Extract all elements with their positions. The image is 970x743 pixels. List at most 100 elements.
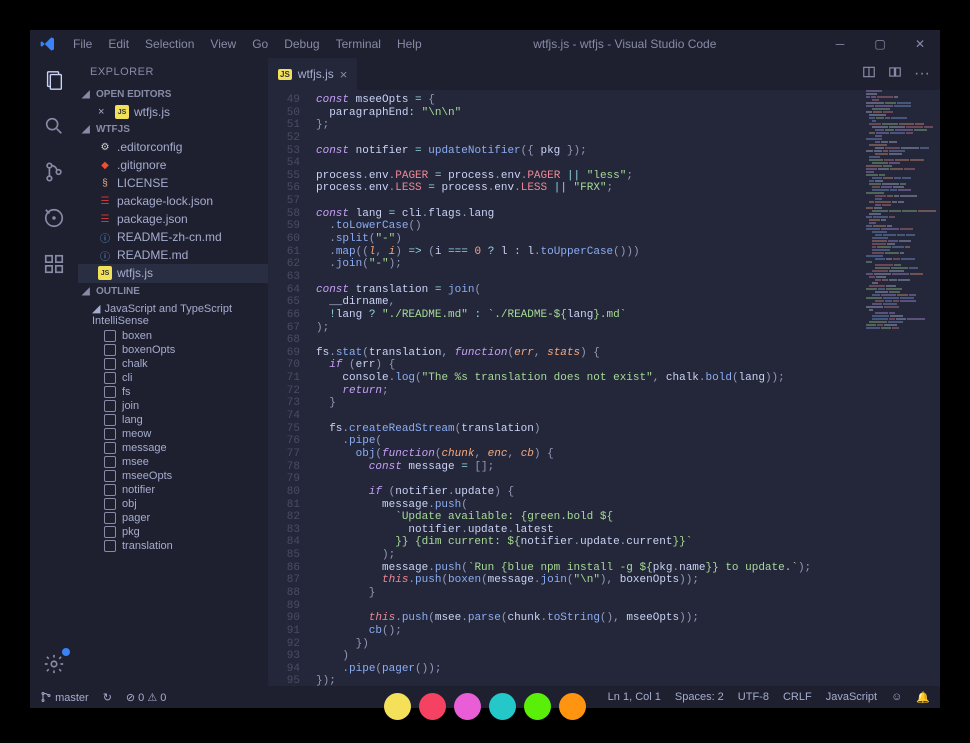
- file-item[interactable]: ◆.gitignore: [78, 156, 268, 174]
- file-item[interactable]: ⓘREADME-zh-cn.md: [78, 228, 268, 246]
- outline-symbol[interactable]: message: [78, 441, 268, 455]
- folder-header[interactable]: ◢WTFJS: [78, 121, 268, 138]
- open-editor-item[interactable]: ×JSwtfjs.js: [78, 103, 268, 121]
- symbol-icon: [104, 526, 116, 538]
- outline-symbol[interactable]: lang: [78, 413, 268, 427]
- sync-button[interactable]: ↻: [103, 691, 112, 704]
- symbol-icon: [104, 386, 116, 398]
- git-branch[interactable]: master: [40, 691, 89, 704]
- file-item[interactable]: JSwtfjs.js: [78, 264, 268, 282]
- file-item[interactable]: ☰package-lock.json: [78, 192, 268, 210]
- sidebar-title: Explorer: [78, 58, 268, 86]
- tab-wtfjs[interactable]: JS wtfjs.js ×: [268, 58, 357, 90]
- color-swatch[interactable]: [419, 693, 446, 720]
- vscode-window: FileEditSelectionViewGoDebugTerminalHelp…: [30, 30, 940, 708]
- outline-symbol[interactable]: chalk: [78, 357, 268, 371]
- symbol-icon: [104, 372, 116, 384]
- color-swatch[interactable]: [454, 693, 481, 720]
- cursor-position[interactable]: Ln 1, Col 1: [608, 691, 661, 703]
- symbol-icon: [104, 414, 116, 426]
- menu-help[interactable]: Help: [389, 37, 430, 51]
- search-icon[interactable]: [40, 112, 68, 140]
- line-gutter: 4950515253545556575859606162636465666768…: [268, 90, 310, 686]
- symbol-icon: [104, 330, 116, 342]
- outline-header[interactable]: ◢Outline: [78, 282, 268, 300]
- symbol-icon: [104, 470, 116, 482]
- outline-symbol[interactable]: cli: [78, 371, 268, 385]
- theme-color-dots: [384, 693, 586, 720]
- tab-close-icon[interactable]: ×: [340, 67, 348, 82]
- editor[interactable]: 4950515253545556575859606162636465666768…: [268, 90, 940, 686]
- outline-symbol[interactable]: mseeOpts: [78, 469, 268, 483]
- outline-symbol[interactable]: fs: [78, 385, 268, 399]
- outline-symbol[interactable]: pkg: [78, 525, 268, 539]
- problems-status[interactable]: ⊘ 0 ⚠ 0: [126, 691, 166, 704]
- explorer-icon[interactable]: [40, 66, 68, 94]
- menu-selection[interactable]: Selection: [137, 37, 202, 51]
- menu-edit[interactable]: Edit: [100, 37, 137, 51]
- close-editor-icon[interactable]: ×: [98, 106, 110, 118]
- encoding[interactable]: UTF-8: [738, 691, 769, 703]
- compare-icon[interactable]: [888, 65, 902, 84]
- outline-symbol[interactable]: translation: [78, 539, 268, 553]
- window-title: wtfjs.js - wtfjs - Visual Studio Code: [430, 37, 820, 51]
- color-swatch[interactable]: [524, 693, 551, 720]
- outline-symbol[interactable]: msee: [78, 455, 268, 469]
- symbol-icon: [104, 428, 116, 440]
- tab-bar: JS wtfjs.js × ···: [268, 58, 940, 90]
- code-content[interactable]: const mseeOpts = { paragraphEnd: "\n\n"}…: [310, 90, 940, 686]
- symbol-icon: [104, 484, 116, 496]
- outline-symbol[interactable]: boxenOpts: [78, 343, 268, 357]
- open-editors-header[interactable]: ◢Open Editors: [78, 86, 268, 103]
- color-swatch[interactable]: [559, 693, 586, 720]
- minimap[interactable]: [866, 90, 936, 330]
- file-item[interactable]: ☰package.json: [78, 210, 268, 228]
- symbol-icon: [104, 344, 116, 356]
- js-file-icon: JS: [278, 69, 292, 80]
- file-item[interactable]: §LICENSE: [78, 174, 268, 192]
- main-menu: FileEditSelectionViewGoDebugTerminalHelp: [65, 37, 430, 51]
- symbol-icon: [104, 540, 116, 552]
- symbol-icon: [104, 442, 116, 454]
- titlebar: FileEditSelectionViewGoDebugTerminalHelp…: [30, 30, 940, 58]
- file-item[interactable]: ⚙.editorconfig: [78, 138, 268, 156]
- language-mode[interactable]: JavaScript: [826, 691, 877, 703]
- outline-symbol[interactable]: pager: [78, 511, 268, 525]
- menu-file[interactable]: File: [65, 37, 100, 51]
- settings-gear-icon[interactable]: [40, 650, 68, 678]
- menu-go[interactable]: Go: [244, 37, 276, 51]
- notifications-icon[interactable]: 🔔: [916, 691, 930, 704]
- close-button[interactable]: ✕: [900, 30, 940, 58]
- symbol-icon: [104, 456, 116, 468]
- outline-symbol[interactable]: meow: [78, 427, 268, 441]
- sidebar: Explorer ◢Open Editors ×JSwtfjs.js ◢WTFJ…: [78, 58, 268, 686]
- outline-panel: ◢Outline ◢JavaScript and TypeScript Inte…: [78, 282, 268, 686]
- menu-view[interactable]: View: [202, 37, 244, 51]
- feedback-icon[interactable]: ☺: [891, 691, 902, 703]
- color-swatch[interactable]: [384, 693, 411, 720]
- outline-symbol[interactable]: boxen: [78, 329, 268, 343]
- color-swatch[interactable]: [489, 693, 516, 720]
- outline-symbol[interactable]: obj: [78, 497, 268, 511]
- eol[interactable]: CRLF: [783, 691, 812, 703]
- outline-symbol[interactable]: notifier: [78, 483, 268, 497]
- more-actions-icon[interactable]: ···: [914, 65, 930, 83]
- symbol-icon: [104, 512, 116, 524]
- split-editor-icon[interactable]: [862, 65, 876, 84]
- activity-bar: [30, 58, 78, 686]
- tab-label: wtfjs.js: [298, 67, 334, 81]
- minimize-button[interactable]: ─: [820, 30, 860, 58]
- menu-terminal[interactable]: Terminal: [328, 37, 389, 51]
- editor-area: JS wtfjs.js × ··· 4950515253545556575859…: [268, 58, 940, 686]
- indentation[interactable]: Spaces: 2: [675, 691, 724, 703]
- maximize-button[interactable]: ▢: [860, 30, 900, 58]
- file-item[interactable]: ⓘREADME.md: [78, 246, 268, 264]
- extensions-icon[interactable]: [40, 250, 68, 278]
- source-control-icon[interactable]: [40, 158, 68, 186]
- vscode-logo-icon: [30, 36, 65, 52]
- debug-icon[interactable]: [40, 204, 68, 232]
- symbol-icon: [104, 400, 116, 412]
- symbol-icon: [104, 358, 116, 370]
- outline-symbol[interactable]: join: [78, 399, 268, 413]
- menu-debug[interactable]: Debug: [276, 37, 327, 51]
